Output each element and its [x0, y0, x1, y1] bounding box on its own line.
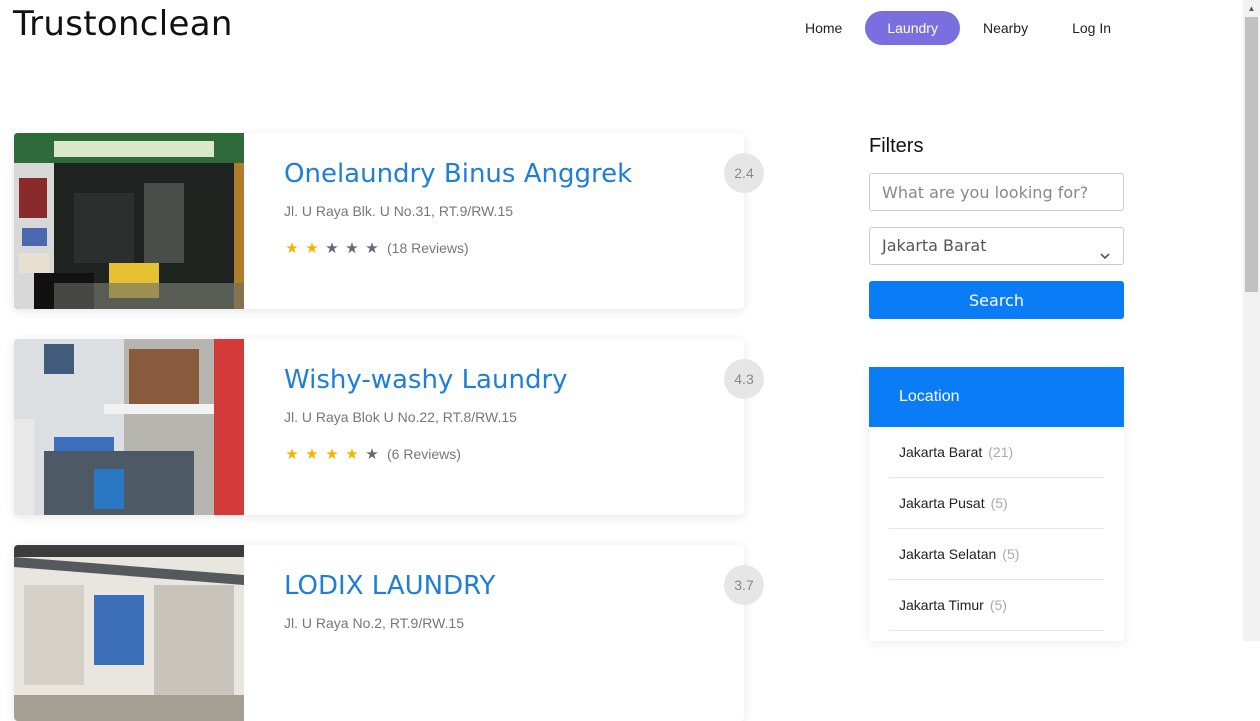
search-input[interactable] — [869, 173, 1124, 211]
location-title: Location — [869, 367, 1124, 427]
listing-title[interactable]: LODIX LAUNDRY — [284, 571, 495, 601]
rating-badge: 3.7 — [724, 565, 764, 605]
listing-address: Jl. U Raya No.2, RT.9/RW.15 — [284, 615, 464, 631]
nav-home[interactable]: Home — [783, 11, 864, 45]
listing-card[interactable]: Wishy-washy Laundry Jl. U Raya Blok U No… — [14, 339, 764, 515]
rating-badge: 4.3 — [724, 359, 764, 399]
listing-title[interactable]: Onelaundry Binus Anggrek — [284, 159, 632, 189]
star-icon: ★ — [305, 446, 319, 463]
location-count: (5) — [989, 597, 1007, 613]
listing-photo[interactable] — [14, 545, 244, 721]
listing-photo[interactable] — [14, 133, 244, 309]
review-count[interactable]: (6 Reviews) — [387, 446, 461, 462]
location-name: Jakarta Timur — [899, 597, 984, 613]
star-icon: ★ — [285, 446, 299, 463]
region-select[interactable]: Jakarta Barat — [869, 227, 1124, 265]
listing-card[interactable]: LODIX LAUNDRY Jl. U Raya No.2, RT.9/RW.1… — [14, 545, 764, 721]
listing-address: Jl. U Raya Blk. U No.31, RT.9/RW.15 — [284, 203, 514, 219]
star-icon: ★ — [325, 240, 339, 257]
location-item-jakarta-pusat[interactable]: Jakarta Pusat (5) — [889, 478, 1104, 529]
rating-stars: ★ ★ ★ ★ ★ (6 Reviews) — [282, 445, 461, 463]
listing-title[interactable]: Wishy-washy Laundry — [284, 365, 568, 395]
listing-address: Jl. U Raya Blok U No.22, RT.8/RW.15 — [284, 409, 517, 425]
star-icon: ★ — [365, 446, 379, 463]
star-icon: ★ — [325, 446, 339, 463]
nav-laundry[interactable]: Laundry — [865, 11, 960, 45]
nav-login[interactable]: Log In — [1050, 11, 1133, 45]
location-count: (5) — [1002, 546, 1020, 562]
filters-title: Filters — [869, 135, 924, 157]
location-name: Jakarta Barat — [899, 444, 983, 460]
rating-badge: 2.4 — [724, 153, 764, 193]
location-item-jakarta-barat[interactable]: Jakarta Barat (21) — [889, 427, 1104, 478]
star-icon: ★ — [285, 240, 299, 257]
location-item-jakarta-timur[interactable]: Jakarta Timur (5) — [889, 580, 1104, 631]
scroll-up-arrow-icon[interactable]: ▲ — [1243, 0, 1260, 17]
star-icon: ★ — [365, 240, 379, 257]
star-icon: ★ — [345, 446, 359, 463]
location-item-jakarta-selatan[interactable]: Jakarta Selatan (5) — [889, 529, 1104, 580]
page-scrollbar[interactable]: ▲ — [1243, 0, 1260, 641]
listing-card[interactable]: Onelaundry Binus Anggrek Jl. U Raya Blk.… — [14, 133, 764, 309]
location-panel: Location Jakarta Barat (21) Jakarta Pusat… — [869, 367, 1124, 641]
brand-logo[interactable]: Trustonclean — [13, 4, 233, 44]
location-name: Jakarta Pusat — [899, 495, 985, 511]
listing-photo[interactable] — [14, 339, 244, 515]
star-icon: ★ — [345, 240, 359, 257]
location-count: (5) — [990, 495, 1008, 511]
location-name: Jakarta Selatan — [899, 546, 997, 562]
main-nav: Home Laundry Nearby Log In — [783, 11, 1133, 45]
star-icon: ★ — [305, 240, 319, 257]
scrollbar-thumb[interactable] — [1245, 17, 1258, 292]
location-count: (21) — [988, 444, 1014, 460]
chevron-down-icon — [1099, 239, 1111, 275]
search-button[interactable]: Search — [869, 281, 1124, 319]
region-select-value: Jakarta Barat — [882, 236, 987, 255]
rating-stars: ★ ★ ★ ★ ★ (18 Reviews) — [282, 239, 469, 257]
nav-nearby[interactable]: Nearby — [961, 11, 1050, 45]
review-count[interactable]: (18 Reviews) — [387, 240, 469, 256]
